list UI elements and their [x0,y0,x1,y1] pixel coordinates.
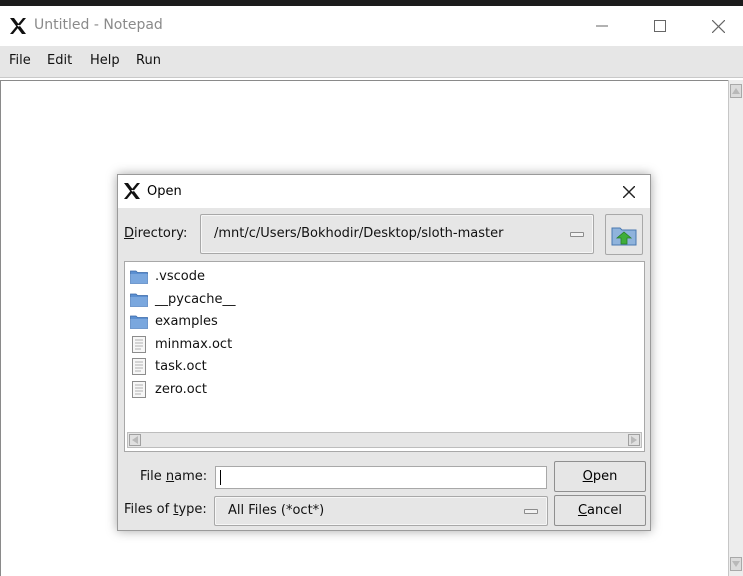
list-item[interactable]: examples [129,310,218,332]
folder-icon [129,267,149,285]
arrow-left-icon [132,436,138,444]
directory-label-mnemonic: D [124,226,135,241]
filename-label-mnemonic: n [165,469,175,484]
maximize-icon [654,20,666,32]
directory-dropdown[interactable]: /mnt/c/Users/Bokhodir/Desktop/sloth-mast… [200,214,594,254]
list-item[interactable]: task.oct [129,355,207,377]
file-name: __pycache__ [155,291,236,307]
file-name: .vscode [155,268,205,284]
dialog-title: Open [147,184,182,199]
file-icon [129,380,149,398]
menu-file[interactable]: File [9,53,31,68]
arrow-up-icon [732,88,740,94]
vertical-scrollbar[interactable] [728,80,743,576]
scroll-down-arrow[interactable] [730,557,742,571]
x-app-icon [10,18,26,34]
dropdown-indicator-icon [570,232,584,237]
cancel-button-rest: ancel [587,503,623,518]
file-name: minmax.oct [155,336,233,352]
list-item[interactable]: __pycache__ [129,288,235,310]
dropdown-indicator-icon [524,509,538,514]
arrow-down-icon [732,561,740,567]
filename-label-rest: ame: [174,469,208,484]
scroll-right-arrow[interactable] [628,434,640,446]
file-list[interactable]: .vscode __pycache__ examples minmax.oct … [124,261,645,452]
menu-run[interactable]: Run [136,53,161,68]
file-name: examples [155,313,218,329]
directory-label: Directory: [124,226,187,241]
file-name: zero.oct [155,381,207,397]
minimize-icon [596,25,608,27]
filetype-dropdown[interactable]: All Files (*oct*) [214,496,548,526]
maximize-button[interactable] [631,6,689,46]
filetype-label-part1: Files of [124,502,174,517]
up-folder-button[interactable] [605,214,643,255]
file-icon [129,335,149,353]
directory-label-rest: irectory: [134,226,188,241]
menu-edit[interactable]: Edit [47,53,72,68]
dialog-titlebar[interactable]: Open [118,175,650,208]
folder-icon [129,312,149,330]
file-icon [129,357,149,375]
cancel-button-mnemonic: C [577,503,588,518]
open-button-rest: pen [592,469,618,484]
scroll-up-arrow[interactable] [730,84,742,98]
cancel-button[interactable]: Cancel [554,495,646,526]
folder-icon [129,290,149,308]
horizontal-scrollbar[interactable] [127,432,642,448]
window-title: Untitled - Notepad [34,17,163,33]
filetype-label: Files of type: [124,502,207,517]
text-caret [220,470,221,485]
filename-label-part1: File [140,469,166,484]
dialog-close-button[interactable] [618,181,640,203]
arrow-right-icon [631,436,637,444]
filetype-value: All Files (*oct*) [228,503,325,518]
list-item[interactable]: zero.oct [129,378,207,400]
directory-value: /mnt/c/Users/Bokhodir/Desktop/sloth-mast… [214,226,504,241]
folder-up-icon [611,227,637,245]
open-button[interactable]: Open [554,461,646,492]
menu-help[interactable]: Help [90,53,120,68]
filetype-label-rest: ype: [178,502,207,517]
close-button[interactable] [689,6,743,46]
close-icon [711,19,725,33]
x-app-icon [124,183,140,199]
scroll-left-arrow[interactable] [129,434,141,446]
filename-label: File name: [140,469,207,484]
menu-bar: File Edit Help Run [0,46,743,78]
list-item[interactable]: .vscode [129,265,205,287]
filename-input[interactable] [215,466,547,489]
file-name: task.oct [155,358,207,374]
window-titlebar[interactable]: Untitled - Notepad [0,6,743,46]
minimize-button[interactable] [573,6,631,46]
open-button-mnemonic: O [582,469,593,484]
open-file-dialog: Open Directory: /mnt/c/Users/Bokhodir/De… [117,174,651,531]
list-item[interactable]: minmax.oct [129,333,232,355]
close-icon [623,186,635,198]
